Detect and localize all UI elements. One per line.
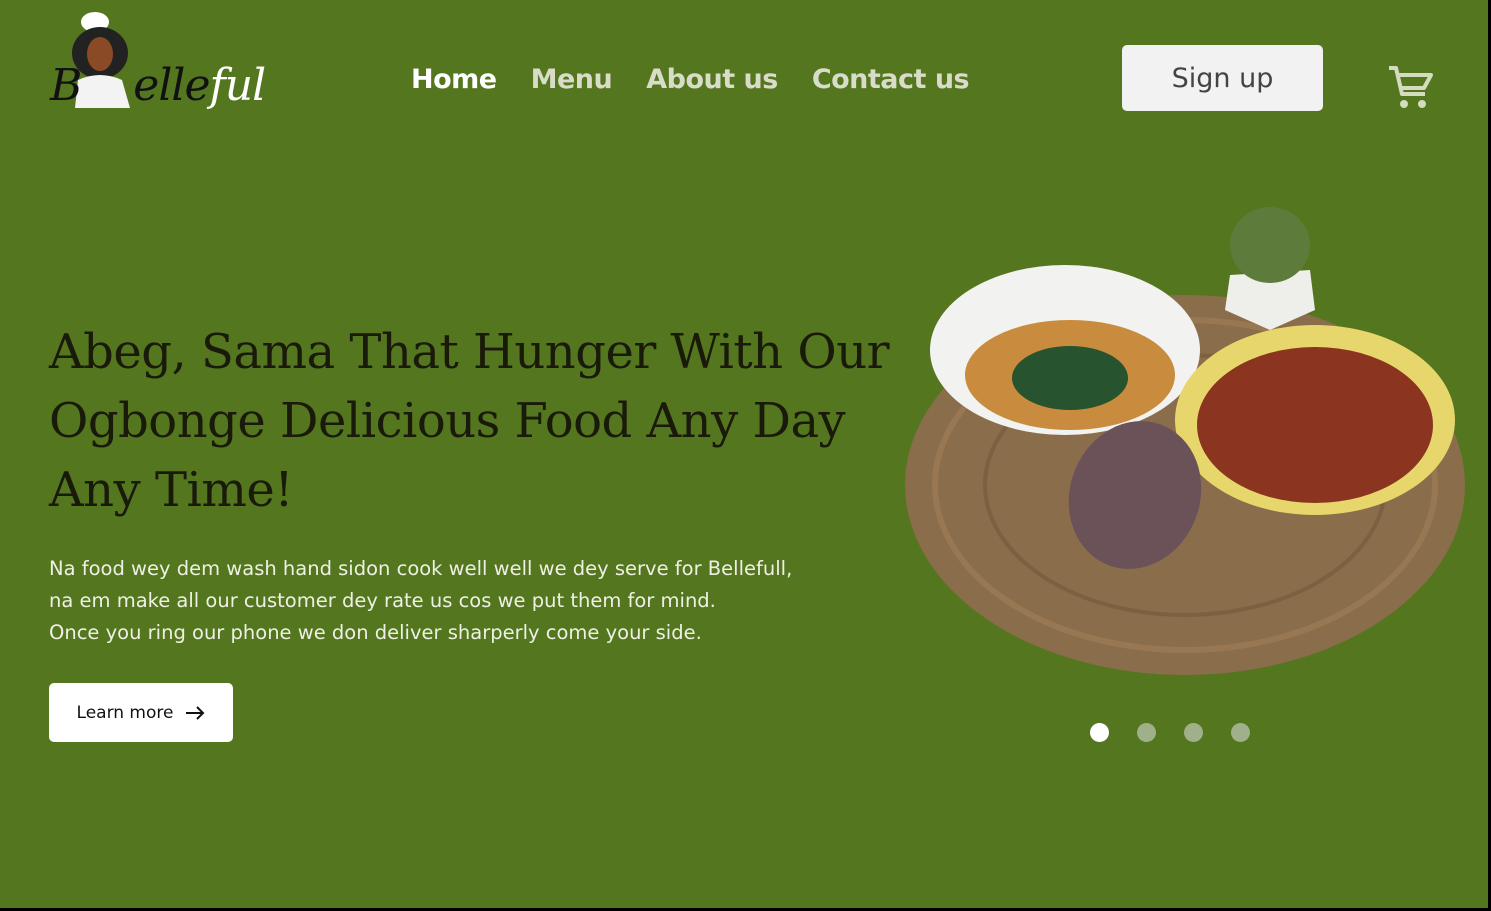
- carousel-dot-4[interactable]: [1231, 723, 1250, 742]
- nav-contact-us[interactable]: Contact us: [812, 64, 970, 95]
- hero-title: Abeg, Sama That Hunger With Our Ogbonge …: [49, 324, 890, 518]
- carousel-dot-1[interactable]: [1090, 723, 1109, 742]
- description-line: Once you ring our phone we don deliver s…: [49, 621, 702, 644]
- carousel-dot-2[interactable]: [1137, 723, 1156, 742]
- logo[interactable]: B elleful: [50, 8, 266, 113]
- landing-page: B elleful Home Menu About us Contact us …: [0, 0, 1488, 908]
- carousel-indicators: [1090, 723, 1250, 742]
- arrow-right-icon: [186, 705, 205, 720]
- hero-description: Na food wey dem wash hand sidon cook wel…: [49, 553, 899, 649]
- nav-home[interactable]: Home: [411, 64, 497, 95]
- main-nav: Home Menu About us Contact us: [411, 64, 970, 95]
- description-line: na em make all our customer dey rate us …: [49, 589, 716, 612]
- sign-up-button[interactable]: Sign up: [1122, 45, 1323, 111]
- description-line: Na food wey dem wash hand sidon cook wel…: [49, 557, 793, 580]
- learn-more-button[interactable]: Learn more: [49, 683, 233, 742]
- cart-icon[interactable]: [1385, 62, 1435, 112]
- nav-about-us[interactable]: About us: [646, 64, 778, 95]
- carousel-dot-3[interactable]: [1184, 723, 1203, 742]
- learn-more-label: Learn more: [76, 702, 174, 723]
- food-platter-image: [905, 207, 1465, 675]
- nav-menu[interactable]: Menu: [531, 64, 613, 95]
- logo-text: B elleful: [50, 60, 266, 111]
